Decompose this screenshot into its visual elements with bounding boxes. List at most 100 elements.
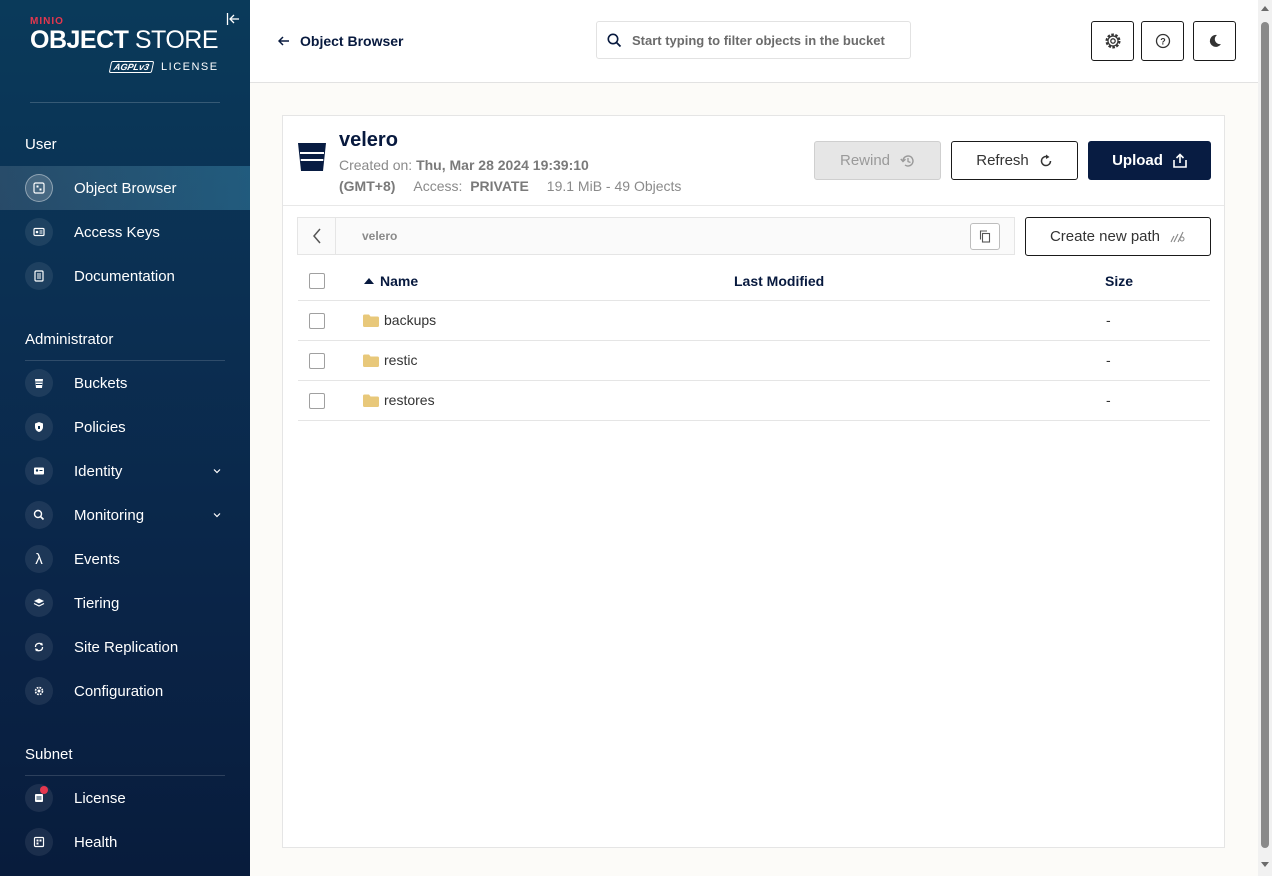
folder-icon bbox=[363, 354, 379, 367]
divider bbox=[283, 205, 1224, 206]
select-all-checkbox[interactable] bbox=[309, 273, 325, 289]
moon-icon bbox=[1209, 34, 1221, 47]
upload-button[interactable]: Upload bbox=[1088, 141, 1211, 180]
breadcrumb: velero bbox=[297, 217, 1015, 255]
access-value: PRIVATE bbox=[470, 178, 529, 194]
settings-button[interactable] bbox=[1091, 21, 1134, 61]
sidebar-item-configuration[interactable]: Configuration bbox=[0, 669, 250, 713]
new-path-icon bbox=[1170, 231, 1185, 242]
table-row[interactable]: restores - bbox=[298, 381, 1210, 421]
sidebar-item-documentation[interactable]: Documentation bbox=[0, 254, 250, 298]
scroll-thumb[interactable] bbox=[1261, 22, 1269, 848]
create-new-path-button[interactable]: Create new path bbox=[1025, 217, 1211, 256]
policies-icon bbox=[25, 413, 53, 441]
filter-objects-input[interactable] bbox=[632, 32, 902, 48]
table-row[interactable]: backups - bbox=[298, 301, 1210, 341]
divider bbox=[30, 102, 220, 103]
column-header-size[interactable]: Size bbox=[1105, 273, 1133, 289]
sidebar-item-policies[interactable]: Policies bbox=[0, 405, 250, 449]
copy-path-button[interactable] bbox=[970, 223, 1000, 250]
folder-name[interactable]: restores bbox=[363, 392, 435, 408]
sidebar-item-tiering[interactable]: Tiering bbox=[0, 581, 250, 625]
sidebar-item-license[interactable]: License bbox=[0, 776, 250, 820]
health-icon bbox=[25, 828, 53, 856]
sidebar-item-site-replication[interactable]: Site Replication bbox=[0, 625, 250, 669]
collapse-sidebar-icon[interactable] bbox=[226, 12, 240, 26]
sidebar-item-label: Configuration bbox=[74, 682, 164, 700]
chevron-down-icon[interactable] bbox=[212, 466, 222, 476]
sidebar-item-label: Policies bbox=[74, 418, 126, 436]
documentation-icon bbox=[25, 262, 53, 290]
minio-logo: MINIO OBJECT STORE AGPLv3 LICENSE bbox=[30, 16, 225, 73]
section-subnet: Subnet bbox=[25, 746, 73, 763]
usage-info: 19.1 MiB - 49 Objects bbox=[546, 178, 682, 194]
back-to-object-browser-link[interactable]: Object Browser bbox=[278, 33, 403, 49]
access-keys-icon bbox=[25, 218, 53, 246]
replication-icon bbox=[25, 633, 53, 661]
license-icon bbox=[25, 784, 53, 812]
folder-name[interactable]: backups bbox=[363, 312, 436, 328]
size-cell: - bbox=[1106, 392, 1111, 408]
sidebar-item-label: Object Browser bbox=[74, 179, 177, 197]
table-row[interactable]: restic - bbox=[298, 341, 1210, 381]
sidebar-item-label: Identity bbox=[74, 462, 123, 480]
lambda-icon: λ bbox=[25, 545, 53, 573]
sidebar: MINIO OBJECT STORE AGPLv3 LICENSE User O… bbox=[0, 0, 250, 876]
agpl-badge: AGPLv3 bbox=[108, 61, 155, 73]
identity-icon bbox=[25, 457, 53, 485]
sidebar-item-monitoring[interactable]: Monitoring bbox=[0, 493, 250, 537]
objects-table: Name Last Modified Size backups - restic… bbox=[298, 261, 1210, 421]
monitoring-icon bbox=[25, 501, 53, 529]
arrow-left-icon bbox=[278, 36, 289, 46]
rewind-button[interactable]: Rewind bbox=[814, 141, 941, 180]
section-administrator: Administrator bbox=[25, 331, 114, 348]
column-header-last-modified[interactable]: Last Modified bbox=[734, 273, 824, 289]
sidebar-item-events[interactable]: λ Events bbox=[0, 537, 250, 581]
breadcrumb-path[interactable]: velero bbox=[362, 229, 397, 243]
sidebar-item-buckets[interactable]: Buckets bbox=[0, 361, 250, 405]
folder-icon bbox=[363, 394, 379, 407]
bucket-created: Created on: Thu, Mar 28 2024 19:39:10 bbox=[339, 157, 589, 173]
dark-mode-toggle[interactable] bbox=[1193, 21, 1236, 61]
object-browser-icon bbox=[25, 174, 53, 202]
history-icon bbox=[900, 154, 914, 167]
refresh-button[interactable]: Refresh bbox=[951, 141, 1078, 180]
tiering-icon bbox=[25, 589, 53, 617]
sidebar-item-health[interactable]: Health bbox=[0, 820, 250, 864]
bucket-icon bbox=[298, 143, 326, 171]
gear-icon bbox=[1105, 33, 1120, 49]
bucket-name: velero bbox=[339, 129, 398, 151]
breadcrumb-back-button[interactable] bbox=[298, 218, 336, 254]
notification-dot bbox=[40, 786, 48, 794]
sidebar-item-label: Tiering bbox=[74, 594, 120, 612]
sidebar-item-label: Health bbox=[74, 833, 118, 851]
sidebar-item-label: Monitoring bbox=[74, 506, 145, 524]
section-user: User bbox=[25, 136, 57, 153]
chevron-left-icon bbox=[312, 228, 321, 244]
back-label: Object Browser bbox=[300, 33, 404, 49]
help-button[interactable]: ? bbox=[1141, 21, 1184, 61]
row-checkbox[interactable] bbox=[309, 313, 325, 329]
row-checkbox[interactable] bbox=[309, 393, 325, 409]
sidebar-item-label: Events bbox=[74, 550, 120, 568]
timezone: (GMT+8) bbox=[339, 178, 396, 194]
column-header-name[interactable]: Name bbox=[364, 273, 418, 289]
sort-ascending-icon bbox=[364, 278, 374, 284]
chevron-down-icon[interactable] bbox=[212, 510, 222, 520]
bucket-panel: velero Created on: Thu, Mar 28 2024 19:3… bbox=[282, 115, 1225, 848]
top-header: Object Browser ? bbox=[250, 0, 1258, 83]
size-cell: - bbox=[1106, 352, 1111, 368]
page-scrollbar[interactable] bbox=[1258, 0, 1272, 876]
size-cell: - bbox=[1106, 312, 1111, 328]
bucket-meta: (GMT+8) Access: PRIVATE 19.1 MiB - 49 Ob… bbox=[339, 178, 681, 194]
scroll-up-arrow[interactable] bbox=[1261, 6, 1269, 11]
sidebar-item-object-browser[interactable]: Object Browser bbox=[0, 166, 250, 210]
folder-name[interactable]: restic bbox=[363, 352, 417, 368]
refresh-icon bbox=[1040, 154, 1052, 166]
scroll-down-arrow[interactable] bbox=[1261, 862, 1269, 867]
filter-search-box[interactable] bbox=[596, 21, 911, 59]
logo-product: OBJECT STORE bbox=[30, 26, 219, 54]
sidebar-item-access-keys[interactable]: Access Keys bbox=[0, 210, 250, 254]
row-checkbox[interactable] bbox=[309, 353, 325, 369]
sidebar-item-identity[interactable]: Identity bbox=[0, 449, 250, 493]
